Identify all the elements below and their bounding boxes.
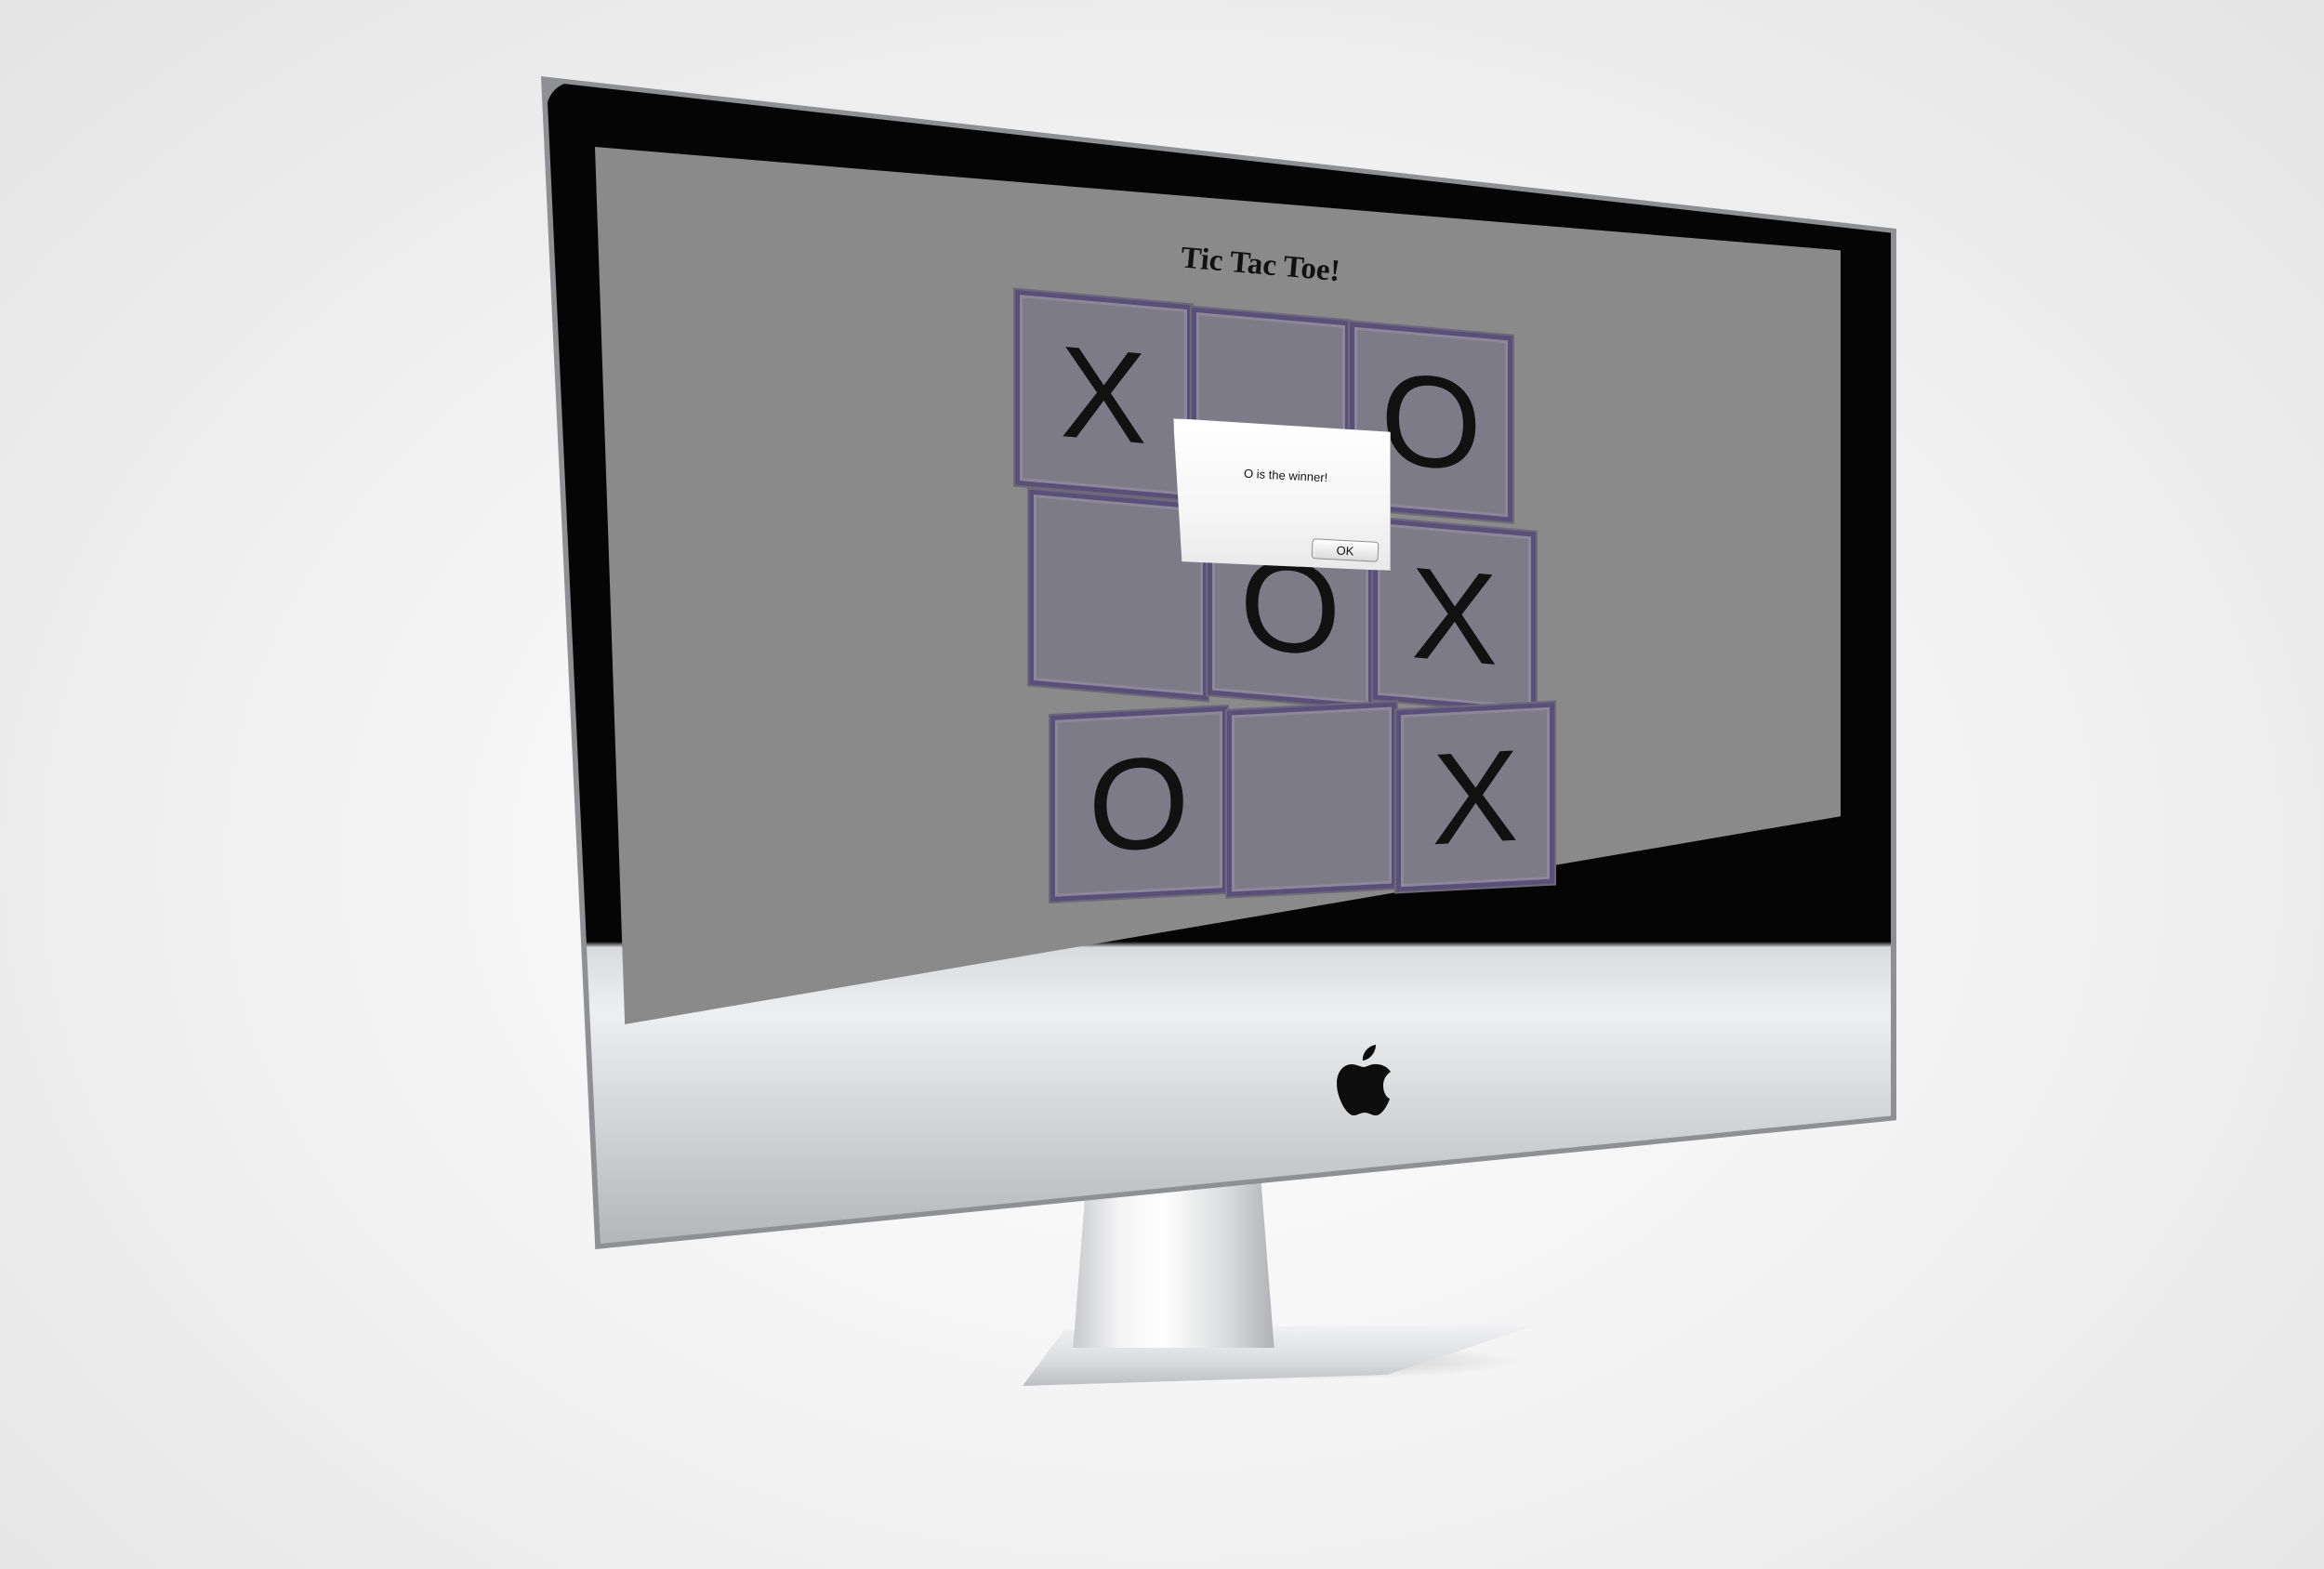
game-board: X O O X O X — [1015, 289, 1573, 911]
board-cell-2-2[interactable]: X — [1396, 702, 1554, 892]
alert-message: O is the winner! — [1243, 466, 1328, 485]
cell-mark: O — [1380, 344, 1482, 499]
board-cell-2-1[interactable] — [1227, 702, 1396, 897]
cell-mark: X — [1060, 317, 1147, 472]
monitor-stand-neck — [1073, 1180, 1274, 1348]
board-cell-1-2[interactable]: X — [1373, 518, 1536, 714]
cell-mark: X — [1410, 538, 1499, 692]
board-cell-0-0[interactable]: X — [1015, 289, 1192, 501]
winner-alert-dialog: O is the winner! OK — [1173, 418, 1391, 571]
apple-logo-icon — [1337, 1045, 1391, 1115]
board-cell-2-0[interactable]: O — [1050, 706, 1227, 902]
cell-mark: X — [1432, 721, 1519, 872]
ok-button[interactable]: OK — [1311, 538, 1380, 562]
cell-mark: O — [1088, 728, 1190, 879]
